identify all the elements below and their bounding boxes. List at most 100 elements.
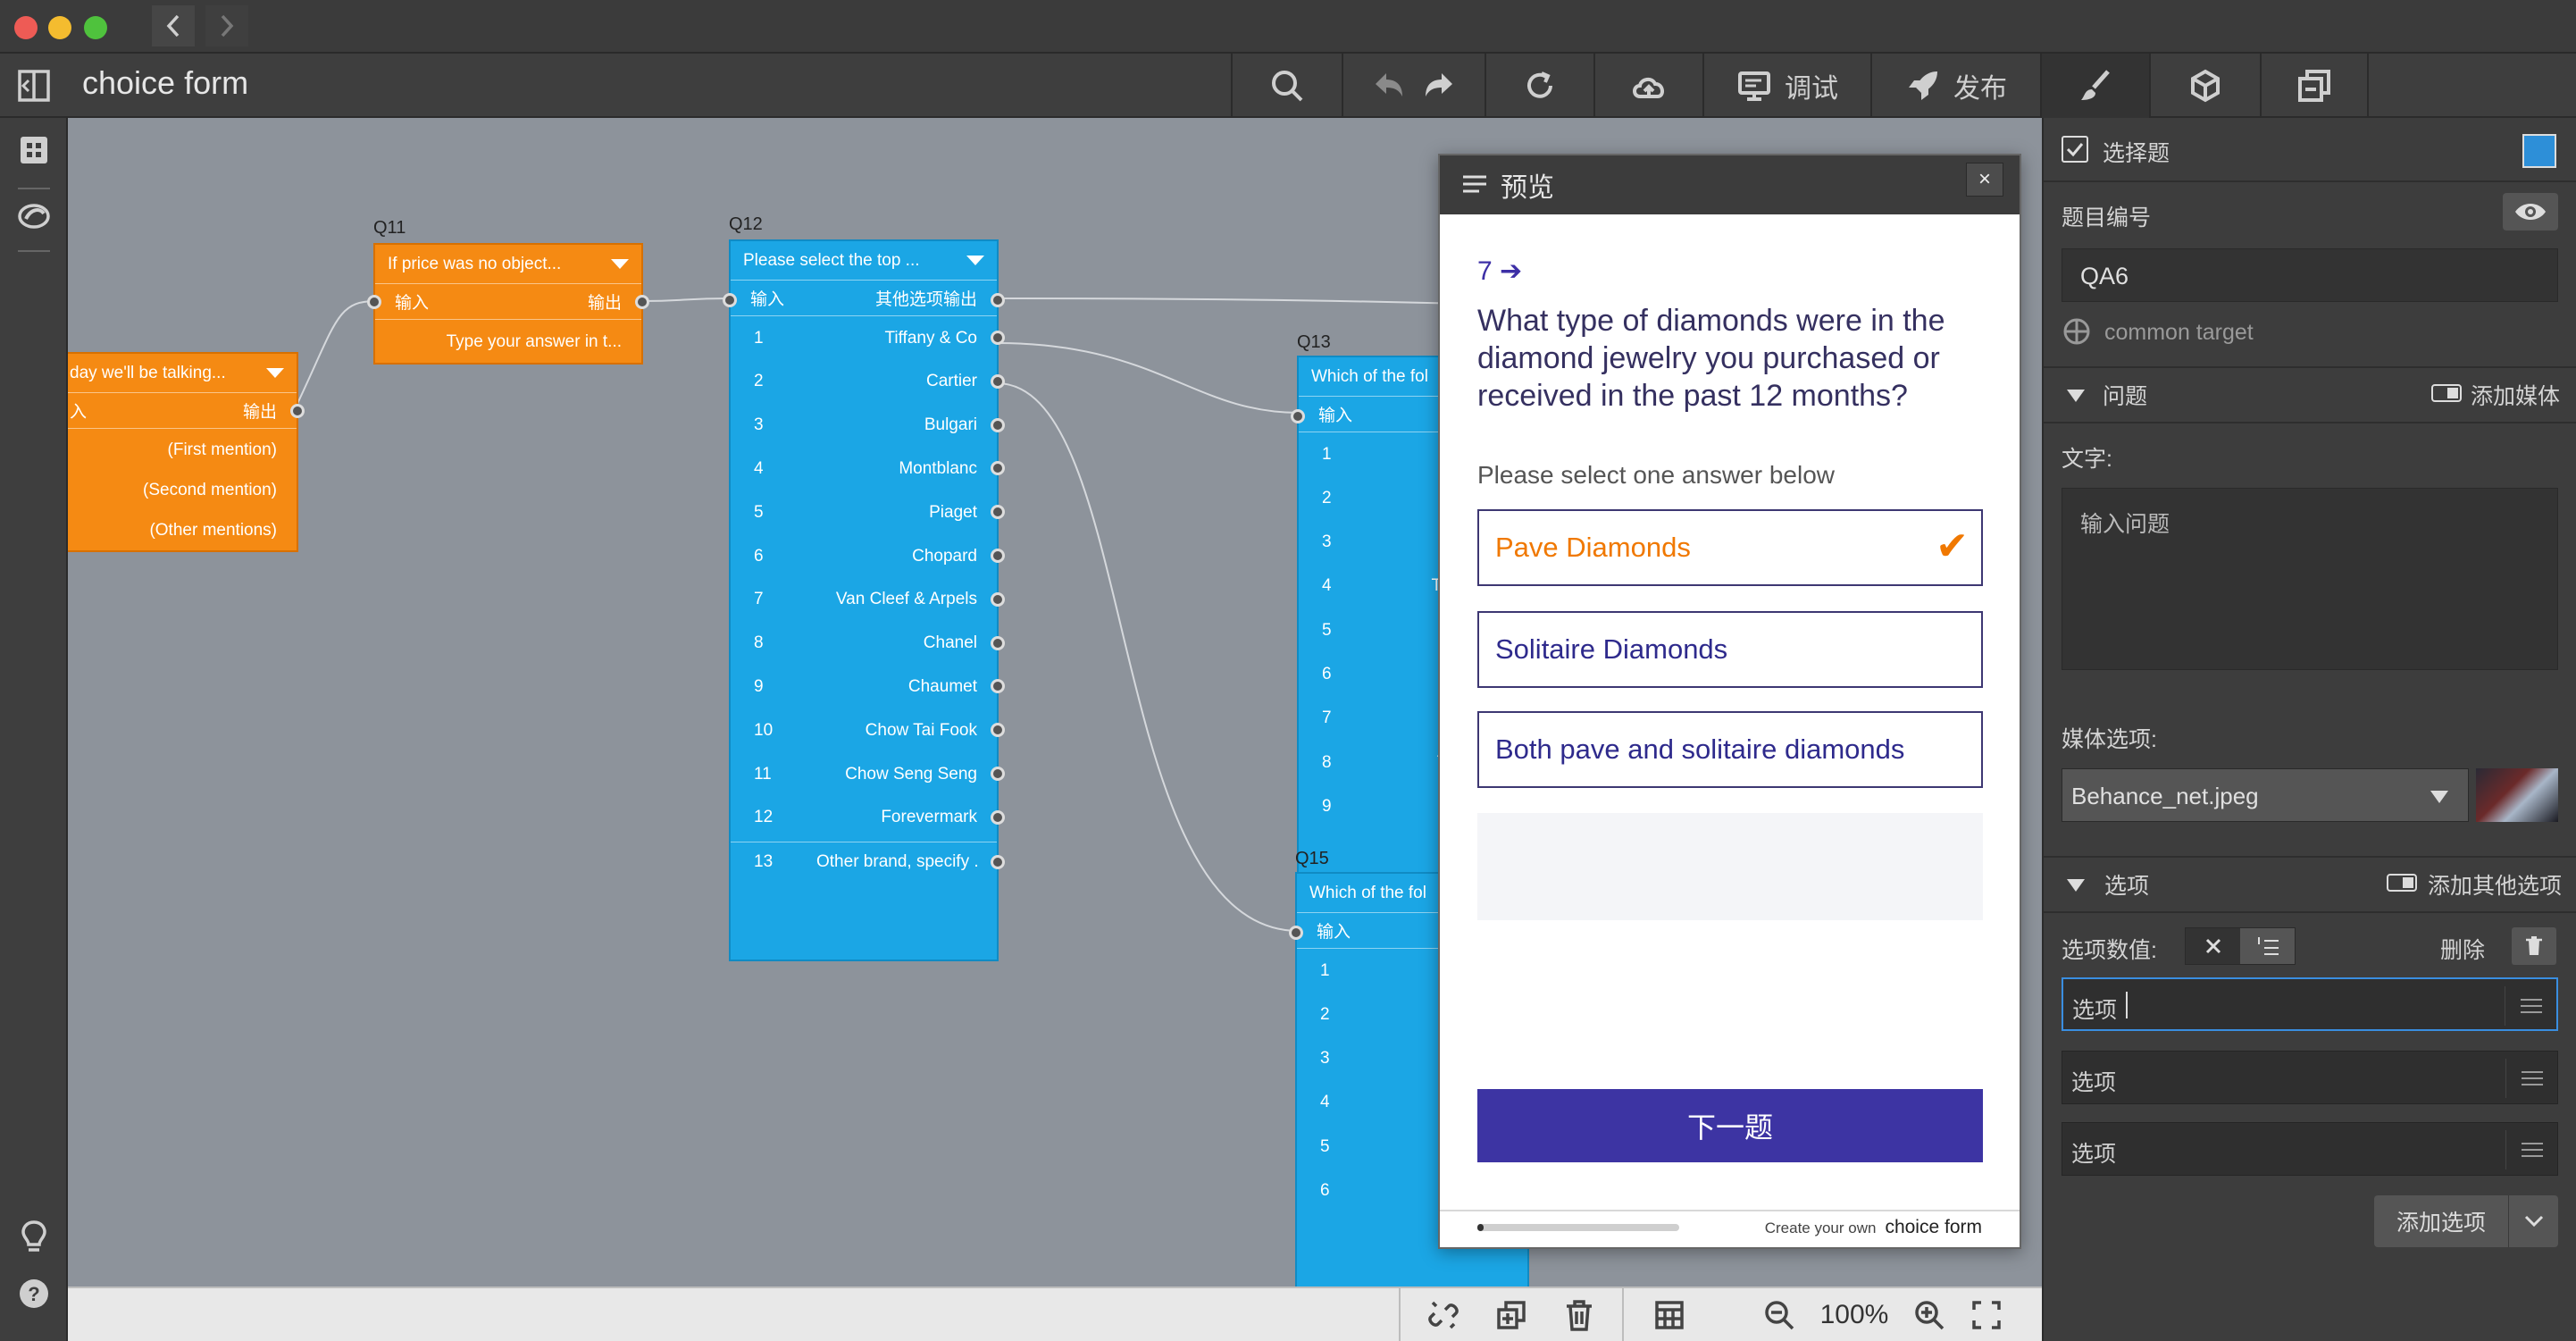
input-port[interactable]: [1289, 926, 1303, 940]
exit-editor-icon[interactable]: [16, 68, 52, 104]
output-port[interactable]: [991, 854, 1005, 869]
node-option-row[interactable]: 13 Other brand, specify ...: [731, 841, 1005, 882]
option-row-input[interactable]: 选项: [2062, 1051, 2558, 1104]
answer-option[interactable]: Solitaire Diamonds: [1477, 611, 1983, 688]
value-off-button[interactable]: [2186, 928, 2240, 964]
question-text-input[interactable]: 输入问题: [2062, 488, 2558, 670]
output-port[interactable]: [991, 373, 1005, 389]
node-q12[interactable]: Please select the top ... 输入 其他选项输出 1 Tiff…: [723, 239, 1005, 961]
node-option-row[interactable]: 6 Chopard: [731, 536, 1005, 576]
target-icon[interactable]: [2062, 316, 2092, 347]
refresh-button[interactable]: [1485, 54, 1593, 118]
minimize-window-button[interactable]: [48, 16, 71, 39]
help-icon[interactable]: ?: [16, 1276, 52, 1312]
node-q15-label: Q15: [1295, 849, 1329, 868]
output-port[interactable]: [991, 293, 1005, 307]
publish-label: 发布: [1953, 74, 2007, 104]
dropdown-caret-icon[interactable]: [611, 259, 629, 269]
add-other-option-toggle[interactable]: [2387, 874, 2417, 892]
pages-tab[interactable]: [2260, 54, 2369, 118]
style-tab[interactable]: [2040, 54, 2149, 118]
drag-handle-icon[interactable]: [2505, 986, 2556, 1026]
output-port[interactable]: [290, 404, 305, 418]
node-option-row[interactable]: 1 Tiffany & Co: [731, 318, 1005, 358]
input-port[interactable]: [723, 293, 737, 307]
add-media-toggle[interactable]: [2431, 384, 2462, 402]
node-q10[interactable]: day we'll be talking... 入 输出 (First menti…: [68, 352, 305, 552]
trash-icon[interactable]: [1563, 1299, 1595, 1331]
visibility-toggle[interactable]: [2503, 193, 2558, 230]
question-id-input[interactable]: QA6: [2062, 248, 2558, 302]
media-file-select[interactable]: Behance_net.jpeg: [2062, 768, 2469, 822]
node-option-row[interactable]: 11 Chow Seng Seng: [731, 754, 1005, 794]
unlink-icon[interactable]: [1427, 1299, 1459, 1331]
accent-color-swatch[interactable]: [2522, 134, 2556, 168]
output-port[interactable]: [991, 549, 1005, 563]
output-port[interactable]: [991, 635, 1005, 650]
output-port[interactable]: [991, 591, 1005, 607]
add-option-button[interactable]: 添加选项: [2374, 1195, 2558, 1247]
debug-button[interactable]: 调试: [1702, 54, 1870, 118]
output-port[interactable]: [635, 295, 649, 309]
dropdown-caret-icon[interactable]: [966, 256, 984, 265]
option-value-mode[interactable]: [2185, 927, 2296, 965]
node-option-row[interactable]: 4 Montblanc: [731, 448, 1005, 489]
collapse-options-icon[interactable]: [2067, 879, 2085, 892]
minimap-button[interactable]: [1622, 1288, 1715, 1341]
next-question-button[interactable]: 下一题: [1477, 1089, 1983, 1162]
answer-option[interactable]: Both pave and solitaire diamonds: [1477, 711, 1983, 788]
answer-option-selected[interactable]: Pave Diamonds ✔: [1477, 509, 1983, 586]
node-q10-row: (First mention): [167, 440, 277, 459]
collapse-question-icon[interactable]: [2067, 390, 2085, 402]
output-port[interactable]: [991, 417, 1005, 432]
preview-header[interactable]: 预览 ×: [1440, 155, 2020, 214]
undo-icon[interactable]: [1372, 70, 1408, 102]
duplicate-icon[interactable]: [1495, 1299, 1527, 1331]
add-option-dropdown[interactable]: [2508, 1195, 2558, 1247]
logic-tab[interactable]: [2149, 54, 2260, 118]
forward-button[interactable]: [205, 5, 248, 46]
output-port[interactable]: [991, 809, 1005, 825]
output-port[interactable]: [991, 767, 1005, 781]
node-option-row[interactable]: 8 Chanel: [731, 624, 1005, 664]
branding[interactable]: Create your own choice form: [1765, 1217, 1982, 1238]
grid-view-icon[interactable]: [16, 132, 52, 168]
input-port[interactable]: [367, 295, 381, 309]
drag-handle-icon[interactable]: [2505, 1059, 2557, 1098]
node-option-row[interactable]: 10 Chow Tai Fook: [731, 710, 1005, 750]
input-port[interactable]: [1291, 409, 1305, 423]
publish-button[interactable]: 发布: [1870, 54, 2040, 118]
eye-icon: [2515, 204, 2546, 220]
fullscreen-icon[interactable]: [1970, 1299, 2003, 1331]
theme-icon[interactable]: [16, 198, 52, 234]
media-thumbnail[interactable]: [2476, 768, 2558, 822]
node-option-row[interactable]: 9 Chaumet: [731, 666, 1005, 707]
node-q11[interactable]: If price was no object... 输入 输出 Type your…: [367, 243, 649, 365]
close-icon[interactable]: ×: [1966, 163, 2003, 197]
search-button[interactable]: [1231, 54, 1342, 118]
option-row-input[interactable]: 选项: [2062, 977, 2558, 1031]
node-option-row[interactable]: 12 Forevermark: [731, 798, 1005, 838]
dropdown-caret-icon[interactable]: [266, 368, 284, 378]
node-option-row[interactable]: 7 Van Cleef & Arpels: [731, 580, 1005, 620]
output-port[interactable]: [991, 331, 1005, 345]
lightbulb-icon[interactable]: [16, 1219, 52, 1254]
close-window-button[interactable]: [14, 16, 38, 39]
zoom-out-icon[interactable]: [1763, 1299, 1795, 1331]
back-button[interactable]: [152, 5, 195, 46]
node-option-row[interactable]: 5 Piaget: [731, 492, 1005, 532]
cloud-sync-button[interactable]: [1593, 54, 1702, 118]
zoom-in-icon[interactable]: [1913, 1299, 1945, 1331]
common-target-label[interactable]: common target: [2104, 320, 2254, 346]
calculator-icon: [1655, 1300, 1684, 1329]
question-type-checkbox[interactable]: [2062, 136, 2088, 163]
drag-handle-icon[interactable]: [2505, 1130, 2557, 1169]
node-option-row[interactable]: 3 Bulgari: [731, 406, 1005, 446]
delete-option-button[interactable]: [2512, 927, 2556, 965]
node-option-row[interactable]: 2 Cartier: [731, 362, 1005, 402]
option-row-input[interactable]: 选项: [2062, 1122, 2558, 1176]
value-numbered-button[interactable]: [2240, 928, 2295, 964]
preview-window[interactable]: 预览 × 7 ➔ What type of diamonds were in t…: [1438, 154, 2021, 1249]
redo-icon[interactable]: [1420, 70, 1456, 102]
zoom-window-button[interactable]: [84, 16, 107, 39]
